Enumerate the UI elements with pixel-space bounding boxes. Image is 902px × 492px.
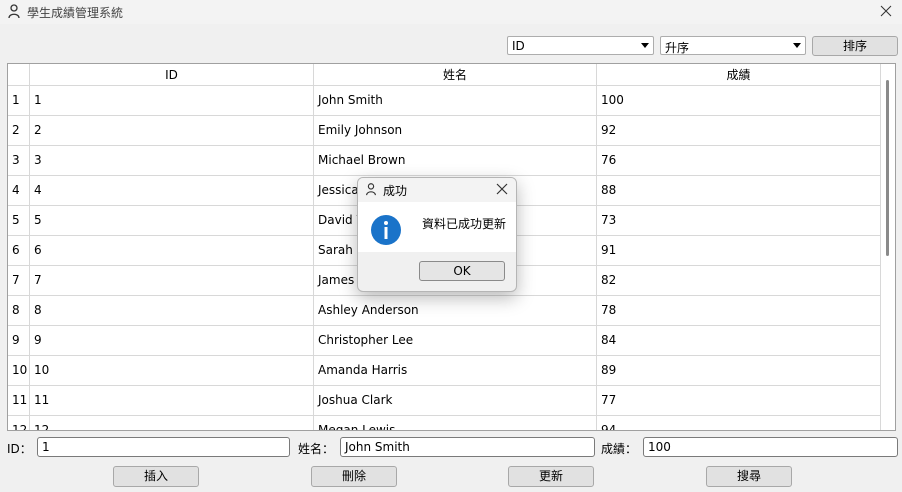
cell-score[interactable]: 73 — [597, 206, 881, 235]
row-number: 2 — [8, 116, 30, 145]
cell-id[interactable]: 8 — [30, 296, 314, 325]
row-number: 11 — [8, 386, 30, 415]
cell-name[interactable]: Amanda Harris — [314, 356, 597, 385]
cell-id[interactable]: 5 — [30, 206, 314, 235]
sort-field-select[interactable]: ID — [507, 36, 654, 55]
dialog-title-bar: 成功 — [358, 178, 516, 202]
cell-name[interactable]: Ashley Anderson — [314, 296, 597, 325]
id-label: ID： — [7, 442, 32, 456]
insert-button[interactable]: 插入 — [113, 466, 199, 487]
row-number: 7 — [8, 266, 30, 295]
dialog-message: 資料已成功更新 — [422, 217, 507, 231]
score-input[interactable]: 100 — [643, 437, 898, 457]
chevron-down-icon — [793, 43, 801, 48]
cell-score[interactable]: 88 — [597, 176, 881, 205]
cell-name[interactable]: John Smith — [314, 86, 597, 115]
dialog-body: 資料已成功更新 — [358, 202, 516, 252]
sort-order-select[interactable]: 升序 — [660, 36, 806, 55]
table-row[interactable]: 8 8 Ashley Anderson 78 — [8, 296, 881, 326]
cell-score[interactable]: 76 — [597, 146, 881, 175]
sort-button[interactable]: 排序 — [812, 36, 898, 56]
cell-score[interactable]: 91 — [597, 236, 881, 265]
name-input[interactable]: John Smith — [340, 437, 595, 457]
chevron-down-icon — [641, 43, 649, 48]
cell-name[interactable]: Emily Johnson — [314, 116, 597, 145]
row-number: 9 — [8, 326, 30, 355]
cell-name[interactable]: Christopher Lee — [314, 326, 597, 355]
cell-id[interactable]: 7 — [30, 266, 314, 295]
close-icon[interactable] — [496, 183, 508, 195]
app-icon — [366, 183, 376, 196]
row-number: 10 — [8, 356, 30, 385]
cell-id[interactable]: 11 — [30, 386, 314, 415]
id-input[interactable]: 1 — [37, 437, 290, 457]
table-row[interactable]: 12 12 Megan Lewis 94 — [8, 416, 881, 430]
ok-button[interactable]: OK — [419, 261, 505, 281]
vertical-scrollbar[interactable] — [881, 64, 895, 430]
delete-button[interactable]: 刪除 — [311, 466, 397, 487]
row-number: 1 — [8, 86, 30, 115]
score-label: 成績： — [601, 442, 638, 456]
row-number: 5 — [8, 206, 30, 235]
cell-id[interactable]: 2 — [30, 116, 314, 145]
cell-id[interactable]: 10 — [30, 356, 314, 385]
scrollbar-thumb[interactable] — [886, 80, 889, 256]
table-row[interactable]: 1 1 John Smith 100 — [8, 86, 881, 116]
cell-score[interactable]: 82 — [597, 266, 881, 295]
cell-id[interactable]: 9 — [30, 326, 314, 355]
dialog-title: 成功 — [383, 184, 408, 198]
row-number: 6 — [8, 236, 30, 265]
cell-name[interactable]: Michael Brown — [314, 146, 597, 175]
column-header-name[interactable]: 姓名 — [314, 64, 597, 86]
success-dialog: 成功 資料已成功更新 OK — [357, 177, 517, 292]
cell-score[interactable]: 89 — [597, 356, 881, 385]
sort-field-value: ID — [512, 39, 525, 53]
title-bar: 學生成績管理系統 — [0, 0, 902, 24]
table-row[interactable]: 10 10 Amanda Harris 89 — [8, 356, 881, 386]
window-close-icon[interactable] — [874, 0, 898, 22]
cell-score[interactable]: 77 — [597, 386, 881, 415]
row-number: 4 — [8, 176, 30, 205]
cell-id[interactable]: 3 — [30, 146, 314, 175]
table-row[interactable]: 2 2 Emily Johnson 92 — [8, 116, 881, 146]
search-button[interactable]: 搜尋 — [706, 466, 792, 487]
table-row[interactable]: 9 9 Christopher Lee 84 — [8, 326, 881, 356]
corner-header — [8, 64, 30, 86]
info-icon — [371, 215, 401, 245]
cell-score[interactable]: 94 — [597, 416, 881, 430]
cell-score[interactable]: 78 — [597, 296, 881, 325]
name-label: 姓名： — [298, 442, 335, 456]
cell-id[interactable]: 4 — [30, 176, 314, 205]
cell-score[interactable]: 92 — [597, 116, 881, 145]
cell-name[interactable]: Joshua Clark — [314, 386, 597, 415]
table-row[interactable]: 11 11 Joshua Clark 77 — [8, 386, 881, 416]
column-header-id[interactable]: ID — [30, 64, 314, 86]
cell-score[interactable]: 100 — [597, 86, 881, 115]
cell-id[interactable]: 6 — [30, 236, 314, 265]
cell-score[interactable]: 84 — [597, 326, 881, 355]
cell-id[interactable]: 1 — [30, 86, 314, 115]
app-icon — [8, 4, 20, 19]
row-number: 3 — [8, 146, 30, 175]
sort-order-value: 升序 — [665, 41, 690, 55]
window-title: 學生成績管理系統 — [27, 6, 124, 20]
cell-id[interactable]: 12 — [30, 416, 314, 430]
row-number: 8 — [8, 296, 30, 325]
cell-name[interactable]: Megan Lewis — [314, 416, 597, 430]
update-button[interactable]: 更新 — [508, 466, 594, 487]
table-row[interactable]: 3 3 Michael Brown 76 — [8, 146, 881, 176]
column-header-score[interactable]: 成績 — [597, 64, 881, 86]
row-number: 12 — [8, 416, 30, 430]
